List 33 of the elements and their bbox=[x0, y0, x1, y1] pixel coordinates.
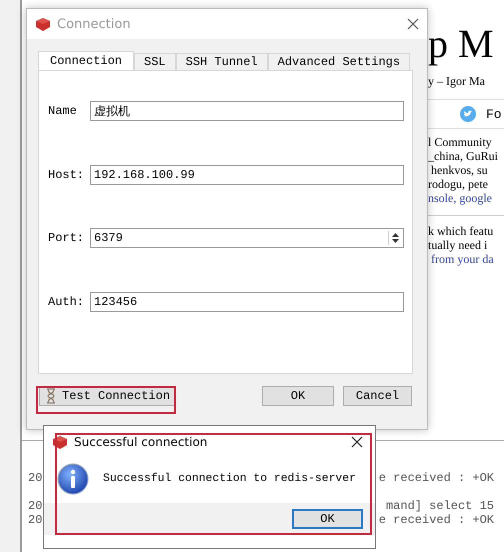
log-text: 20 bbox=[28, 513, 42, 527]
ok-button[interactable]: OK bbox=[262, 386, 334, 406]
input-field[interactable]: 虚拟机 bbox=[90, 101, 404, 121]
input-field[interactable]: 192.168.100.99 bbox=[90, 164, 404, 184]
page-text-line: henkvos, su bbox=[430, 163, 489, 177]
ok-button[interactable]: OK bbox=[292, 509, 363, 529]
page-text-line: tually need i bbox=[428, 238, 488, 252]
log-text: e received : +OK bbox=[378, 471, 494, 485]
page-text-line: from your da bbox=[430, 252, 495, 266]
page-text-line: l Community bbox=[428, 135, 493, 149]
window-title: Connection bbox=[57, 16, 131, 32]
field-label: Host: bbox=[48, 168, 86, 182]
tab[interactable]: Connection bbox=[38, 51, 134, 70]
dialog-message: Successful connection to redis-server bbox=[103, 472, 356, 484]
spin-field[interactable]: 6379 bbox=[90, 228, 404, 248]
field-label: Auth: bbox=[48, 294, 86, 308]
log-text: 20 bbox=[28, 499, 42, 513]
follow-link[interactable]: Fo bbox=[486, 106, 502, 122]
page-text-line: rodogu, pete bbox=[428, 177, 489, 191]
cancel-button[interactable]: Cancel bbox=[343, 386, 412, 406]
dialog-title: Successful connection bbox=[74, 435, 208, 449]
log-text: 20 bbox=[28, 471, 42, 485]
page-heading: p M bbox=[428, 22, 495, 66]
tab[interactable]: SSH Tunnel bbox=[176, 53, 268, 70]
tab[interactable]: SSL bbox=[134, 53, 176, 70]
page-text-line: nsole, google bbox=[428, 191, 493, 205]
log-text: mand] select 15 bbox=[386, 499, 494, 513]
input-field[interactable]: 123456 bbox=[90, 292, 404, 312]
field-label: Name bbox=[48, 104, 78, 118]
field-label: Port: bbox=[48, 231, 86, 245]
page-text-line: _china, GuRui bbox=[428, 149, 499, 163]
tab[interactable]: Advanced Settings bbox=[268, 53, 410, 70]
log-text: e received : +OK bbox=[378, 513, 494, 527]
